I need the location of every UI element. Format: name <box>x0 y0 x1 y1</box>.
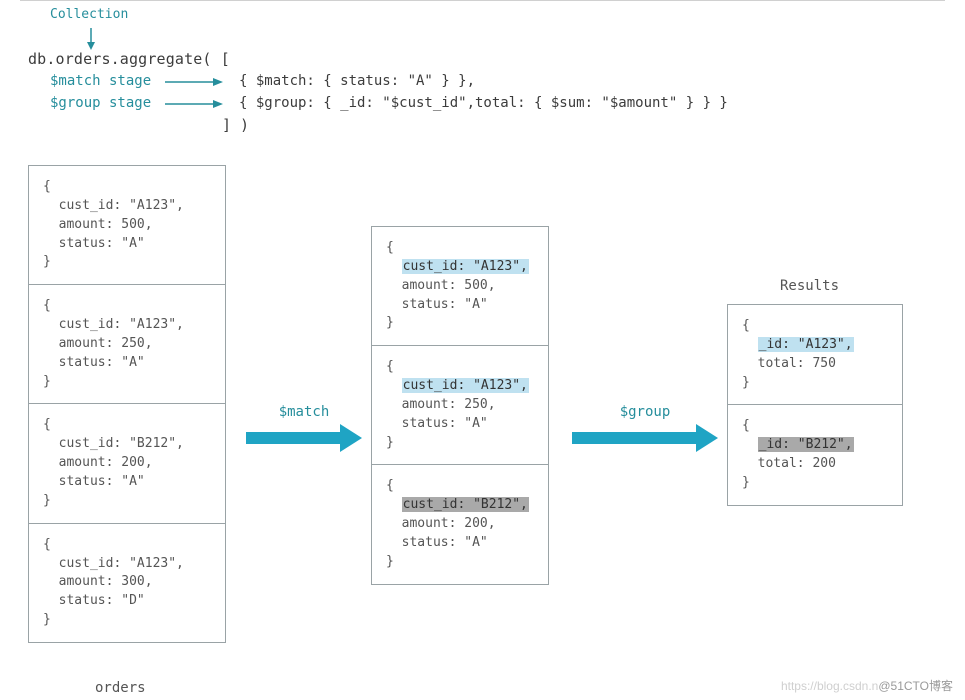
doc-field: amount: 200, <box>59 455 153 470</box>
match-doc: { cust_id: "B212", amount: 200, status: … <box>372 465 548 583</box>
doc-field: amount: 250, <box>59 336 153 351</box>
results-doc: { _id: "A123", total: 750 } <box>728 305 902 405</box>
doc-field: total: 750 <box>758 356 836 371</box>
doc-field-highlight: cust_id: "A123", <box>402 378 529 393</box>
doc-field: status: "A" <box>402 297 488 312</box>
doc-field: cust_id: "A123", <box>59 198 184 213</box>
arrow-right-icon <box>165 98 223 110</box>
group-stage-row: $group stage { $group: { _id: "$cust_id"… <box>28 93 728 115</box>
results-title: Results <box>780 278 839 294</box>
arrow-right-icon <box>165 76 223 88</box>
doc-field: status: "D" <box>59 593 145 608</box>
arrow-right-icon <box>246 424 362 452</box>
match-stage-code: { $match: { status: "A" } }, <box>223 71 475 91</box>
doc-field: status: "A" <box>59 236 145 251</box>
doc-field: status: "A" <box>402 416 488 431</box>
top-rule <box>20 0 945 1</box>
group-arrow: $group <box>572 404 718 452</box>
orders-doc: { cust_id: "A123", amount: 500, status: … <box>29 166 225 285</box>
watermark: https://blog.csdn.n@51CTO博客 <box>781 677 953 694</box>
aggregate-open: db.orders.aggregate( [ <box>28 49 728 71</box>
doc-field: cust_id: "A123", <box>59 317 184 332</box>
group-arrow-label: $group <box>620 404 671 420</box>
orders-doc: { cust_id: "A123", amount: 250, status: … <box>29 285 225 404</box>
match-doc: { cust_id: "A123", amount: 250, status: … <box>372 346 548 465</box>
code-header: Collection db.orders.aggregate( [ $match… <box>28 6 728 136</box>
watermark-dark: @51CTO博客 <box>878 679 953 693</box>
match-arrow: $match <box>246 404 362 452</box>
doc-field: amount: 500, <box>402 278 496 293</box>
results-column: { _id: "A123", total: 750 } { _id: "B212… <box>727 304 903 506</box>
group-stage-label: $group stage <box>28 93 165 113</box>
doc-field: status: "A" <box>59 355 145 370</box>
doc-field: amount: 200, <box>402 516 496 531</box>
match-stage-row: $match stage { $match: { status: "A" } }… <box>28 71 728 93</box>
orders-column: { cust_id: "A123", amount: 500, status: … <box>28 165 226 643</box>
orders-title: orders <box>95 680 146 696</box>
doc-field-highlight: cust_id: "A123", <box>402 259 529 274</box>
orders-doc: { cust_id: "A123", amount: 300, status: … <box>29 524 225 642</box>
doc-field: status: "A" <box>59 474 145 489</box>
results-doc: { _id: "B212", total: 200 } <box>728 405 902 504</box>
match-doc: { cust_id: "A123", amount: 500, status: … <box>372 227 548 346</box>
collection-label: Collection <box>50 6 728 25</box>
doc-field: cust_id: "B212", <box>59 436 184 451</box>
doc-field-highlight: _id: "A123", <box>758 337 854 352</box>
doc-field-highlight: _id: "B212", <box>758 437 854 452</box>
arrow-down-icon <box>84 28 98 50</box>
doc-field: total: 200 <box>758 456 836 471</box>
match-arrow-label: $match <box>279 404 330 420</box>
aggregate-close: ] ) <box>28 115 728 137</box>
doc-field: amount: 300, <box>59 574 153 589</box>
doc-field: amount: 250, <box>402 397 496 412</box>
watermark-light: https://blog.csdn.n <box>781 679 878 693</box>
doc-field: cust_id: "A123", <box>59 556 184 571</box>
match-output-column: { cust_id: "A123", amount: 500, status: … <box>371 226 549 585</box>
orders-doc: { cust_id: "B212", amount: 200, status: … <box>29 404 225 523</box>
match-stage-label: $match stage <box>28 71 165 91</box>
group-stage-code: { $group: { _id: "$cust_id",total: { $su… <box>223 93 728 113</box>
arrow-right-icon <box>572 424 718 452</box>
doc-field: amount: 500, <box>59 217 153 232</box>
doc-field: status: "A" <box>402 535 488 550</box>
doc-field-highlight: cust_id: "B212", <box>402 497 529 512</box>
